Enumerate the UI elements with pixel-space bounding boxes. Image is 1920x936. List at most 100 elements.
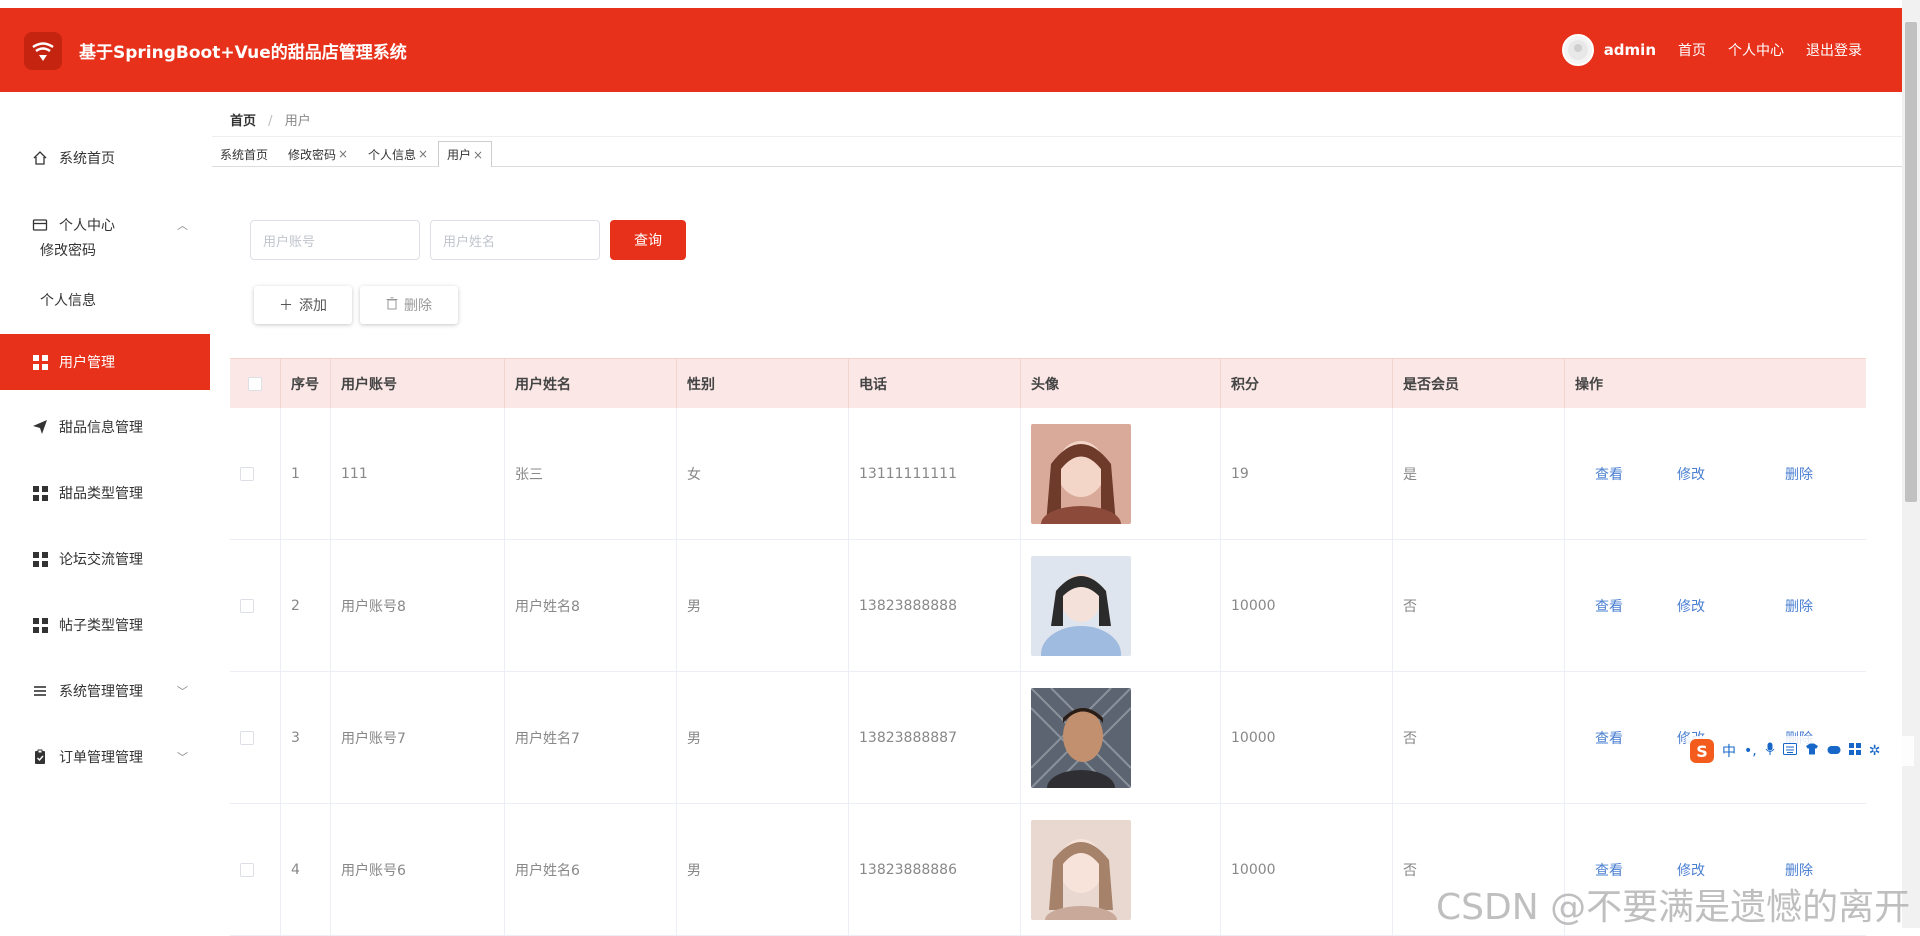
- sidebar-subitem-personal-info[interactable]: 个人信息: [40, 290, 96, 310]
- avatar-photo: [1031, 688, 1131, 788]
- cell-phone: 13823888887: [848, 672, 1020, 804]
- view-link[interactable]: 查看: [1595, 596, 1623, 616]
- query-button[interactable]: 查询: [610, 220, 686, 260]
- sidebar-item-system[interactable]: 系统管理管理 ﹀: [0, 663, 210, 719]
- edit-link[interactable]: 修改: [1677, 596, 1705, 616]
- delete-link[interactable]: 删除: [1785, 596, 1813, 616]
- edit-link[interactable]: 修改: [1677, 464, 1705, 484]
- sidebar-item-orders[interactable]: 订单管理管理 ﹀: [0, 729, 210, 785]
- cell-avatar: [1020, 408, 1220, 540]
- sidebar-item-forum[interactable]: 论坛交流管理: [0, 531, 210, 587]
- sidebar-item-profile[interactable]: 个人中心 ︿: [0, 197, 210, 253]
- table-row: 3 用户账号7 用户姓名7 男 13823888887 10000 否 查看 修…: [230, 672, 1866, 804]
- ime-logo-icon[interactable]: S: [1690, 739, 1714, 763]
- sidebar-subitem-change-password[interactable]: 修改密码: [40, 240, 96, 260]
- sidebar-item-dessert-info[interactable]: 甜品信息管理: [0, 399, 210, 455]
- list-icon: [31, 682, 49, 700]
- row-checkbox[interactable]: [230, 408, 280, 540]
- ime-mode-label[interactable]: 中: [1722, 741, 1736, 761]
- header-gender: 性别: [676, 359, 848, 409]
- account-search-input[interactable]: 用户账号: [250, 220, 420, 260]
- add-button[interactable]: ＋ 添加: [254, 286, 352, 324]
- cell-points: 19: [1220, 408, 1392, 540]
- cell-member: 否: [1392, 540, 1564, 672]
- cell-avatar: [1020, 804, 1220, 936]
- home-icon: [31, 149, 49, 167]
- delete-link[interactable]: 删除: [1785, 860, 1813, 880]
- grid-icon: [31, 616, 49, 634]
- sidebar-item-label: 系统管理管理: [59, 684, 143, 700]
- edit-link[interactable]: 修改: [1677, 860, 1705, 880]
- cell-phone: 13823888888: [848, 540, 1020, 672]
- tab-users[interactable]: 用户 ×: [438, 141, 493, 167]
- user-avatar[interactable]: [1561, 34, 1594, 66]
- delete-link[interactable]: 删除: [1785, 464, 1813, 484]
- name-search-input[interactable]: 用户姓名: [430, 220, 600, 260]
- sidebar-item-home[interactable]: 系统首页: [0, 130, 210, 186]
- tab-personal-info[interactable]: 个人信息 ×: [360, 141, 436, 167]
- row-checkbox[interactable]: [230, 540, 280, 672]
- sidebar-item-dessert-type[interactable]: 甜品类型管理: [0, 465, 210, 521]
- table-row: 2 用户账号8 用户姓名8 男 13823888888 10000 否 查看 修…: [230, 540, 1866, 672]
- tab-label: 个人信息: [368, 147, 417, 162]
- close-icon[interactable]: ×: [338, 147, 348, 161]
- sidebar-item-users[interactable]: 用户管理: [0, 334, 210, 390]
- view-link[interactable]: 查看: [1595, 464, 1623, 484]
- cell-gender: 男: [676, 672, 848, 804]
- chevron-down-icon: ﹀: [177, 685, 188, 698]
- grid-icon: [31, 353, 49, 371]
- page-scrollbar-thumb[interactable]: [1905, 22, 1917, 502]
- grid-icon: [31, 550, 49, 568]
- clipboard-icon: [31, 748, 49, 766]
- send-icon: [31, 418, 49, 436]
- header-member: 是否会员: [1392, 359, 1564, 409]
- tab-label: 系统首页: [220, 147, 269, 162]
- punctuation-icon[interactable]: •,: [1744, 743, 1757, 759]
- close-icon[interactable]: ×: [418, 147, 428, 161]
- select-all-checkbox[interactable]: [230, 359, 280, 409]
- header-home-link[interactable]: 首页: [1678, 40, 1706, 60]
- sidebar-item-label: 论坛交流管理: [59, 552, 143, 568]
- sidebar-item-post-type[interactable]: 帖子类型管理: [0, 597, 210, 653]
- ime-toolbar: S 中 •, ✲: [1686, 736, 1914, 766]
- cell-account: 用户账号6: [330, 804, 504, 936]
- tab-label: 修改密码: [288, 147, 337, 162]
- header-logout-link[interactable]: 退出登录: [1806, 40, 1862, 60]
- watermark: CSDN @不要满是遗憾的离开: [1436, 887, 1911, 928]
- tab-bar: 系统首页 修改密码 × 个人信息 × 用户 ×: [212, 136, 1902, 167]
- cell-name: 用户姓名7: [504, 672, 676, 804]
- header-index: 序号: [280, 359, 330, 409]
- cell-avatar: [1020, 672, 1220, 804]
- delete-button[interactable]: 删除: [360, 286, 458, 324]
- cell-member: 否: [1392, 672, 1564, 804]
- cell-index: 1: [280, 408, 330, 540]
- cell-name: 用户姓名8: [504, 540, 676, 672]
- cell-member: 是: [1392, 408, 1564, 540]
- view-link[interactable]: 查看: [1595, 728, 1623, 748]
- keyboard-icon[interactable]: [1782, 743, 1797, 759]
- username-label: admin: [1603, 41, 1656, 59]
- row-checkbox[interactable]: [230, 672, 280, 804]
- header-profile-link[interactable]: 个人中心: [1728, 40, 1784, 60]
- skin-icon[interactable]: [1805, 743, 1819, 759]
- header-phone: 电话: [848, 359, 1020, 409]
- tab-change-password[interactable]: 修改密码 ×: [280, 141, 356, 167]
- tab-system-home[interactable]: 系统首页: [212, 141, 276, 167]
- game-icon[interactable]: [1827, 743, 1841, 759]
- plus-icon: ＋: [279, 298, 293, 314]
- cell-name: 用户姓名6: [504, 804, 676, 936]
- settings-icon[interactable]: ✲: [1869, 743, 1881, 759]
- microphone-icon[interactable]: [1765, 742, 1775, 760]
- view-link[interactable]: 查看: [1595, 860, 1623, 880]
- app-title: 基于SpringBoot+Vue的甜品店管理系统: [79, 43, 407, 63]
- add-label: 添加: [299, 298, 327, 314]
- row-checkbox[interactable]: [230, 804, 280, 936]
- cell-points: 10000: [1220, 540, 1392, 672]
- table-header: 序号 用户账号 用户姓名 性别 电话 头像 积分 是否会员 操作: [230, 358, 1866, 409]
- sidebar-item-label: 甜品类型管理: [59, 486, 143, 502]
- close-icon[interactable]: ×: [473, 148, 483, 162]
- breadcrumb-home[interactable]: 首页: [230, 114, 256, 129]
- cell-account: 用户账号8: [330, 540, 504, 672]
- cell-account: 111: [330, 408, 504, 540]
- toolbox-icon[interactable]: [1848, 743, 1861, 759]
